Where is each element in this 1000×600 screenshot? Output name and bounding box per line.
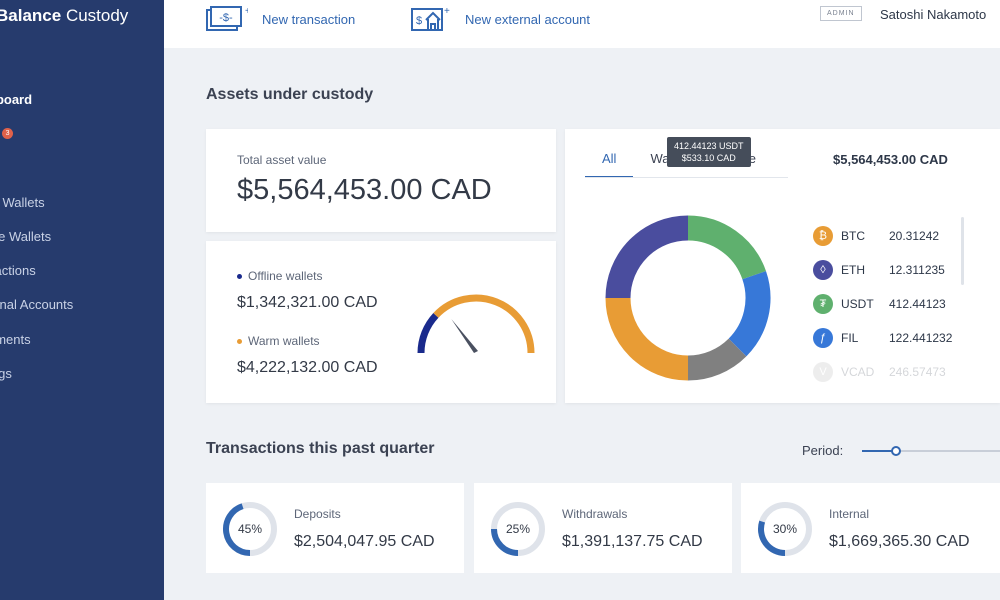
coin-row-vcad[interactable]: V VCAD 246.57473: [813, 355, 952, 389]
eth-icon: ◊: [813, 260, 833, 280]
svg-text:-$-: -$-: [219, 12, 233, 24]
withdrawals-card: 25% Withdrawals $1,391,137.75 CAD: [474, 483, 732, 573]
btc-icon: ₿: [813, 226, 833, 246]
deposits-card: 45% Deposits $2,504,047.95 CAD: [206, 483, 464, 573]
usdt-icon: ₮: [813, 294, 833, 314]
tab-all[interactable]: All: [585, 151, 634, 178]
svg-text:$: $: [416, 15, 422, 27]
donut-segment-usdt[interactable]: [687, 215, 767, 280]
sidebar-item-alerts[interactable]: ts3: [0, 116, 73, 150]
coin-list-scrollbar[interactable]: [961, 217, 964, 285]
svg-text:+: +: [245, 6, 248, 17]
new-transaction-button[interactable]: -$- + New transaction: [206, 6, 355, 32]
donut-segment-btc[interactable]: [605, 297, 689, 381]
sidebar-item-offline-wallets[interactable]: ine Wallets: [0, 219, 73, 253]
period-label: Period:: [802, 443, 844, 458]
brand-logo: Balance Custody: [0, 6, 129, 25]
topbar: -$- + New transaction $ + New external acc…: [164, 0, 1000, 48]
role-badge: ADMIN: [820, 6, 862, 21]
total-asset-card: Total asset value $5,564,453.00 CAD: [206, 129, 556, 232]
withdrawals-label: Withdrawals: [562, 507, 628, 521]
fil-icon: ƒ: [813, 328, 833, 348]
total-asset-label: Total asset value: [237, 153, 327, 167]
sidebar-item-dashboard[interactable]: hboard: [0, 82, 73, 116]
coin-list: ₿ BTC 20.31242 ◊ ETH 12.311235 ₮ USDT 412.4412…: [813, 219, 952, 389]
allocation-card: All Warm Offline $5,564,453.00 CAD 412.4…: [565, 129, 1000, 403]
ring-percent: 30%: [773, 522, 797, 536]
donut-segment-vcad[interactable]: [687, 338, 747, 381]
coin-row-fil[interactable]: ƒ FIL 122.441232: [813, 321, 952, 355]
new-external-account-button[interactable]: $ + New external account: [411, 6, 590, 32]
sidebar-item-users[interactable]: rs: [0, 151, 73, 185]
sidebar-item-warm-wallets[interactable]: m Wallets: [0, 185, 73, 219]
warm-wallets-label: Warm wallets: [237, 334, 320, 348]
total-asset-value: $5,564,453.00 CAD: [237, 174, 492, 206]
deposits-ring: 45%: [223, 502, 277, 556]
sidebar: Balance Custody hboard ts3 rs m Wallets …: [0, 0, 164, 600]
wallet-gauge: [417, 294, 535, 354]
coin-row-eth[interactable]: ◊ ETH 12.311235: [813, 253, 952, 287]
withdrawals-value: $1,391,137.75 CAD: [562, 533, 703, 550]
allocation-donut[interactable]: [603, 213, 773, 383]
period-slider-track[interactable]: [896, 450, 1000, 452]
offline-wallets-label: Offline wallets: [237, 269, 322, 283]
new-transaction-label: New transaction: [262, 11, 356, 27]
alerts-badge: 3: [2, 127, 14, 139]
period-slider-handle[interactable]: [891, 446, 901, 456]
assets-title: Assets under custody: [206, 86, 374, 103]
donut-segment-eth[interactable]: [605, 215, 689, 299]
internal-label: Internal: [829, 507, 870, 521]
donut-tooltip: 412.44123 USDT $533.10 CAD: [667, 137, 751, 167]
user-name[interactable]: Satoshi Nakamoto: [880, 7, 986, 22]
sidebar-item-transactions[interactable]: sactions: [0, 253, 73, 287]
new-external-account-label: New external account: [465, 11, 591, 27]
gauge-warm-arc: [433, 294, 535, 354]
offline-wallets-value: $1,342,321.00 CAD: [237, 294, 378, 311]
ring-percent: 25%: [506, 522, 530, 536]
sidebar-item-settings[interactable]: ings: [0, 356, 73, 390]
warm-wallets-value: $4,222,132.00 CAD: [237, 359, 378, 376]
donut-segment-fil[interactable]: [728, 271, 771, 357]
wallet-split-card: Offline wallets $1,342,321.00 CAD Warm w…: [206, 241, 556, 403]
internal-card: 30% Internal $1,669,365.30 CAD: [741, 483, 1000, 573]
ring-percent: 45%: [238, 522, 262, 536]
sidebar-item-statements[interactable]: ements: [0, 322, 73, 356]
transactions-title: Transactions this past quarter: [206, 440, 435, 457]
warm-dot: [237, 339, 242, 345]
offline-dot: [237, 274, 242, 280]
deposits-value: $2,504,047.95 CAD: [294, 533, 435, 550]
sidebar-nav: hboard ts3 rs m Wallets ine Wallets sact…: [0, 82, 73, 391]
deposits-label: Deposits: [294, 507, 341, 521]
svg-text:+: +: [444, 6, 450, 17]
allocation-total: $5,564,453.00 CAD: [833, 152, 948, 167]
gauge-offline-arc: [417, 312, 439, 354]
coin-row-usdt[interactable]: ₮ USDT 412.44123: [813, 287, 952, 321]
sidebar-item-external-accounts[interactable]: ernal Accounts: [0, 288, 73, 322]
tabs-divider: [585, 177, 788, 178]
gauge-needle: [451, 319, 478, 353]
internal-ring: 30%: [758, 502, 812, 556]
withdrawals-ring: 25%: [491, 502, 545, 556]
coin-row-btc[interactable]: ₿ BTC 20.31242: [813, 219, 952, 253]
vcad-icon: V: [813, 362, 833, 382]
new-transaction-icon: -$- +: [206, 6, 248, 31]
new-external-account-icon: $+: [411, 6, 450, 31]
internal-value: $1,669,365.30 CAD: [829, 533, 970, 550]
